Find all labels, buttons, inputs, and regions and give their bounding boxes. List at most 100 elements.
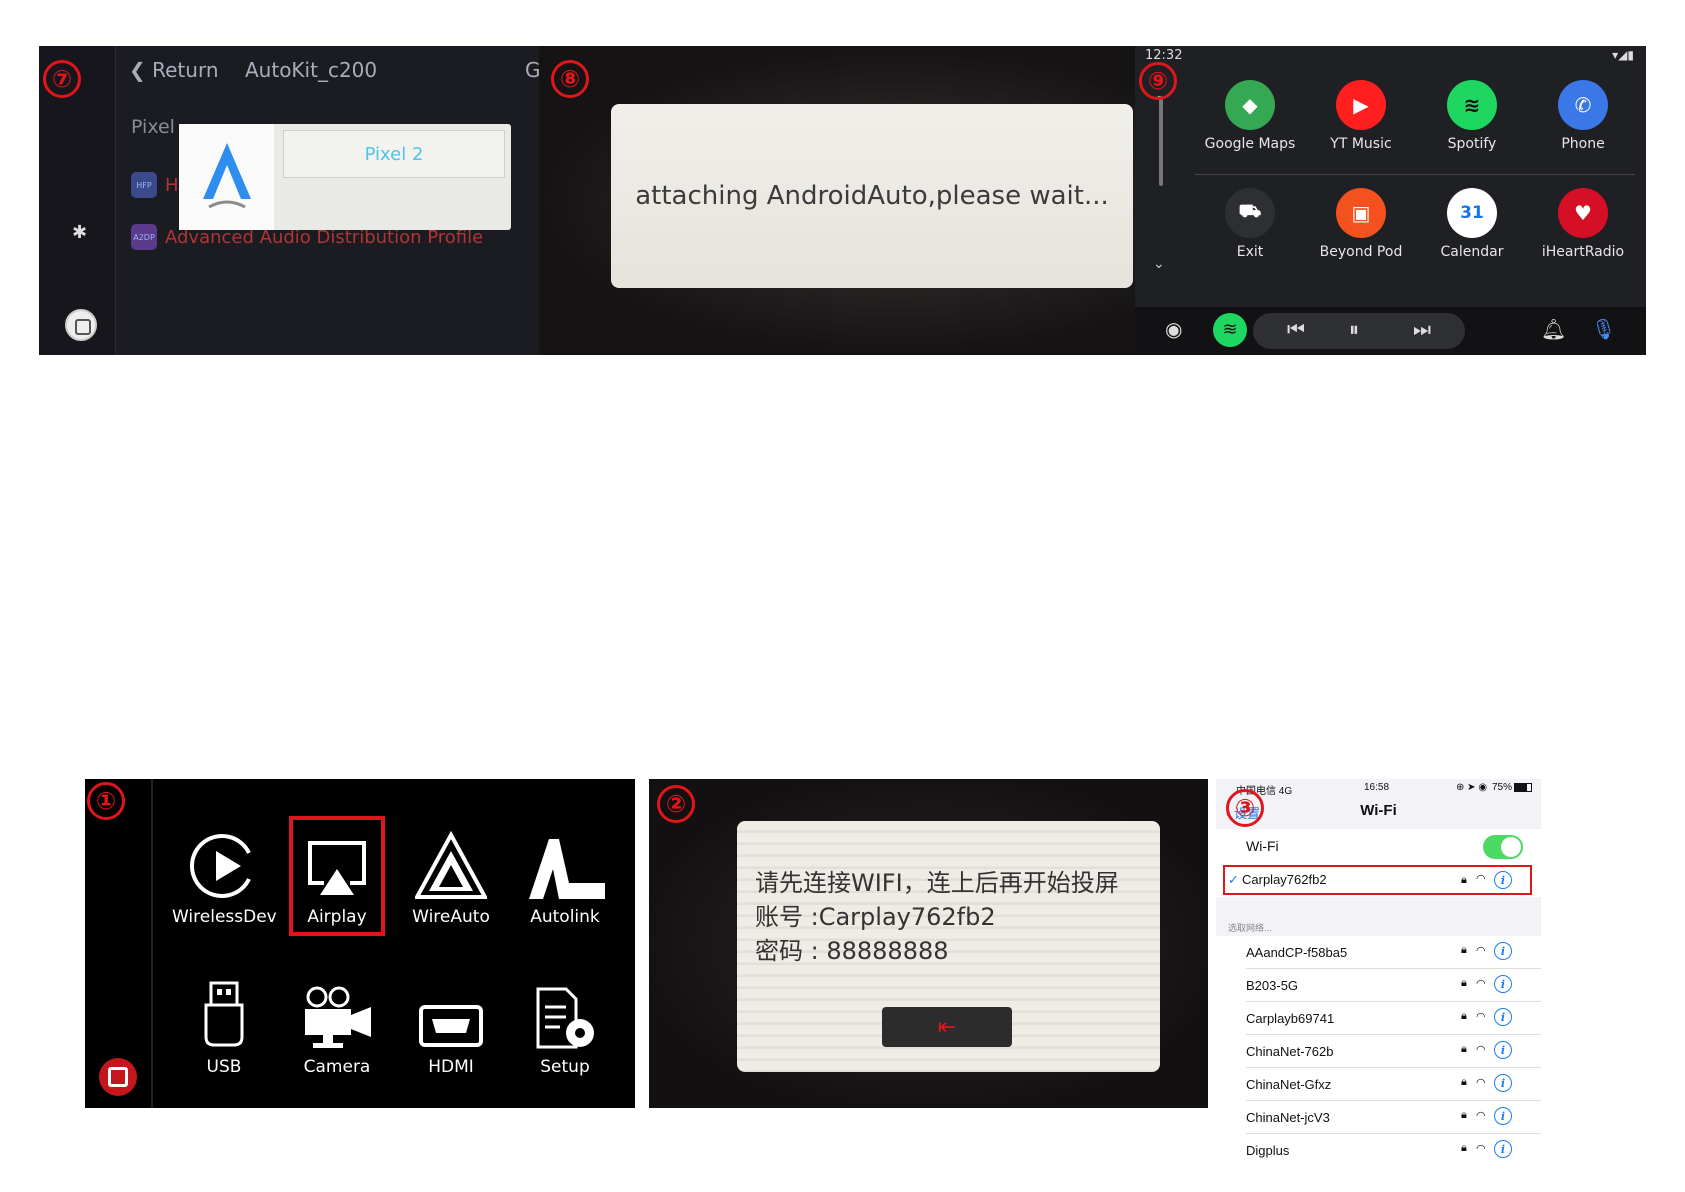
account-line: 账号 :Carplay762fb2 [755,903,996,931]
battery-icon [1514,783,1532,792]
play-circle-icon [172,819,276,901]
wifi-toggle[interactable] [1483,835,1523,859]
profile-label: H [165,174,179,196]
return-button[interactable]: ❮ Return [129,58,219,82]
attaching-message: attaching AndroidAuto,please wait... [611,104,1133,288]
network-row[interactable]: AAandCP-f58ba5 🔒︎ ◠ i [1216,936,1541,969]
wifi-signal-icon: ◠ [1476,873,1486,885]
step-badge-1: ① [87,782,125,820]
network-row[interactable]: B203-5G 🔒︎ ◠ i [1216,969,1541,1002]
wifi-signal-icon: ◠ [1476,1110,1486,1122]
chevron-left-icon: ❮ [129,58,153,82]
wifi-instruction-screen: ② 请先连接WIFI，连上后再开始投屏 账号 :Carplay762fb2 密码… [649,779,1208,1108]
google-maps-icon: ◆ [1225,80,1275,130]
pause-icon[interactable]: ⏸ [1349,317,1359,341]
network-row[interactable]: ChinaNet-762b 🔒︎ ◠ i [1216,1035,1541,1068]
spotify-mini-icon[interactable]: ≋ [1213,313,1247,347]
guide-button[interactable]: Guide [525,58,539,82]
nav-bar: Wi-Fi ‹ 设置 [1216,797,1541,827]
stop-button[interactable] [99,1058,137,1096]
home-circle-icon[interactable]: ◉ [1165,317,1182,341]
network-row[interactable]: Carplayb69741 🔒︎ ◠ i [1216,1002,1541,1035]
info-icon[interactable]: i [1494,871,1512,889]
info-icon[interactable]: i [1494,1074,1512,1092]
row-divider [1195,174,1635,175]
tile-airplay[interactable]: Airplay [285,819,389,939]
airplay-icon [285,819,389,901]
lock-icon: 🔒︎ [1461,1142,1467,1154]
next-track-icon[interactable]: ⏭ [1413,317,1431,341]
app-calendar[interactable]: 31 Calendar [1417,188,1527,260]
app-yt-music[interactable]: ▶ YT Music [1306,80,1416,152]
clock: 12:32 [1145,48,1183,63]
wifi-signal-icon: ◠ [1476,1143,1486,1155]
instruction-card: 请先连接WIFI，连上后再开始投屏 账号 :Carplay762fb2 密码 :… [737,821,1160,1072]
checkmark-icon: ✓ [1228,872,1239,887]
android-auto-logo [179,124,274,230]
step-badge-7: ⑦ [43,60,81,98]
setup-gear-icon [513,969,617,1051]
info-icon[interactable]: i [1494,942,1512,960]
spotify-icon: ≋ [1447,80,1497,130]
info-icon[interactable]: i [1494,1041,1512,1059]
network-row[interactable]: ChinaNet-Gfxz 🔒︎ ◠ i [1216,1068,1541,1101]
home-button[interactable] [65,309,97,341]
wireauto-icon [399,819,503,901]
app-beyond-pod[interactable]: ▣ Beyond Pod [1306,188,1416,260]
wifi-toggle-row: Wi-Fi [1216,829,1541,863]
wifi-signal-icon: ◠ [1476,1044,1486,1056]
section-header: 选取网络... [1228,923,1272,933]
info-icon[interactable]: i [1494,1140,1512,1158]
status-time: 16:58 [1364,782,1390,793]
hfp-icon: HFP [131,172,157,198]
car-icon: ⛟ [1225,188,1275,238]
tile-wireauto[interactable]: WireAuto [399,819,503,939]
app-google-maps[interactable]: ◆ Google Maps [1195,80,1305,152]
wifi-signal-icon: ◠ [1476,1077,1486,1089]
lock-icon: 🔒︎ [1461,1043,1467,1055]
bluetooth-icon: ✱ [72,222,88,243]
info-icon[interactable]: i [1494,1008,1512,1026]
app-exit[interactable]: ⛟ Exit [1195,188,1305,260]
bottom-bar: ◉ ≋ ⏮ ⏸ ⏭ 🔔︎ 🎙︎ [1135,307,1646,355]
connect-dialog: Pixel 2 [179,124,511,230]
profile-row-hfp[interactable]: HFP H [131,168,179,202]
beyond-pod-icon: ▣ [1336,188,1386,238]
app-spotify[interactable]: ≋ Spotify [1417,80,1527,152]
wifi-signal-icon: ◠ [1476,945,1486,957]
app-phone[interactable]: ✆ Phone [1528,80,1638,152]
wifi-signal-icon: ◠ [1476,978,1486,990]
usb-icon [172,969,276,1051]
info-icon[interactable]: i [1494,975,1512,993]
app-iheartradio[interactable]: ♥ iHeartRadio [1528,188,1638,260]
tile-autolink[interactable]: Autolink [513,819,617,939]
tile-hdmi[interactable]: HDMI [399,969,503,1089]
chevron-down-icon[interactable]: ⌄ [1153,256,1165,272]
autolink-icon [513,819,617,901]
status-icons: ⊕ ➤ ◉ [1456,782,1488,793]
connected-network-row[interactable]: ✓ Carplay762fb2 🔒︎ ◠ i [1216,863,1541,897]
lock-icon: 🔒︎ [1461,1010,1467,1022]
tile-setup[interactable]: Setup [513,969,617,1089]
wifi-signal-icon: ◠ [1476,1011,1486,1023]
app-title: AutoKit_c200 [245,58,378,82]
info-icon[interactable]: i [1494,1107,1512,1125]
lock-icon: 🔒︎ [1461,1076,1467,1088]
tile-camera[interactable]: Camera [285,969,389,1089]
scrollbar[interactable] [1159,96,1163,186]
exit-button[interactable]: ⇤ [882,1007,1012,1047]
network-row[interactable]: ChinaNet-jcV3 🔒︎ ◠ i [1216,1101,1541,1134]
step-badge-9: ⑨ [1139,62,1177,100]
tile-wirelessdev[interactable]: WirelessDev [172,819,277,939]
device-label: Pixel [131,116,175,138]
previous-track-icon[interactable]: ⏮ [1287,317,1305,341]
bell-icon[interactable]: 🔔︎ [1541,317,1566,341]
connected-network-name: Carplay762fb2 [1242,872,1327,887]
device-name-button[interactable]: Pixel 2 [283,130,505,178]
tile-usb[interactable]: USB [172,969,276,1089]
lock-icon: 🔒︎ [1461,874,1467,886]
microphone-icon[interactable]: 🎙︎ [1591,317,1616,341]
battery-percent: 75% [1492,782,1513,793]
network-row[interactable]: Digplus 🔒︎ ◠ i [1216,1134,1541,1166]
calendar-icon: 31 [1447,188,1497,238]
